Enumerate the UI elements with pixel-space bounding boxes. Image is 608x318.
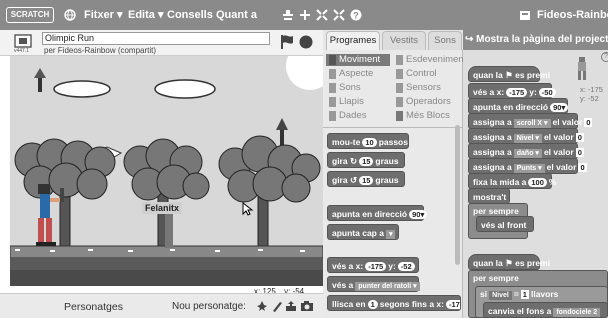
project-page-bar: ↪ Mostra la pàgina del project bbox=[463, 30, 608, 50]
file-menu[interactable]: Fitxer ▾ bbox=[84, 0, 123, 30]
my-stuff-icon[interactable] bbox=[519, 9, 531, 21]
sprite-y-info: y: -52 bbox=[580, 94, 599, 103]
menu-bar: SCRATCH Fitxer ▾ Edita ▾ Consells Quant … bbox=[0, 0, 608, 30]
green-flag-icon[interactable] bbox=[280, 34, 294, 50]
block-turn-left[interactable]: gira ↺ 15 graus bbox=[327, 171, 405, 187]
script-set-scroll-x[interactable]: assigna a scroll X ▾ el valor 0 bbox=[468, 113, 593, 129]
grow-icon[interactable] bbox=[316, 9, 328, 21]
stage-canvas[interactable]: Felanitx bbox=[10, 56, 323, 286]
tab-scripts[interactable]: Programes bbox=[326, 31, 380, 50]
globe-icon[interactable] bbox=[64, 9, 76, 21]
block-turn-right[interactable]: gira ↻ 15 graus bbox=[327, 152, 405, 168]
category-sensing[interactable]: Sensors bbox=[393, 82, 441, 94]
upload-sprite-icon[interactable] bbox=[285, 300, 297, 312]
block-point-direction[interactable]: apunta en direcció 90▾ bbox=[327, 205, 428, 221]
script-switch-backdrop[interactable]: canvia el fons a fondociele 2 bbox=[483, 302, 608, 318]
script-point-direction[interactable]: apunta en direcció 90▾ bbox=[468, 98, 569, 114]
block-goto[interactable]: vés a punter del ratolí ▾ bbox=[327, 276, 420, 292]
new-sprite-label: Nou personatge: bbox=[172, 301, 246, 312]
shrink-icon[interactable] bbox=[333, 9, 345, 21]
version-label: v447.1 bbox=[14, 48, 30, 54]
block-point-towards[interactable]: apunta cap a ▾ bbox=[327, 224, 399, 240]
help-icon[interactable]: ? bbox=[350, 9, 362, 21]
svg-text:?: ? bbox=[353, 11, 359, 21]
editor-tabs: Programes Vestits Sons bbox=[323, 30, 463, 50]
user-name[interactable]: Fideos-Rainbow bbox=[537, 0, 608, 30]
sprites-panel: Personatges Nou personatge: bbox=[0, 293, 323, 318]
category-motion[interactable]: Moviment bbox=[326, 54, 390, 66]
script-goto-xy[interactable]: vés a x: -175 y: -50 bbox=[468, 83, 556, 99]
script-show[interactable]: mostra't bbox=[468, 188, 510, 204]
sprite-thumbnail-icon bbox=[578, 57, 586, 80]
hat-block-flag-2[interactable]: quan la ⚑ es premi bbox=[468, 254, 550, 270]
category-operators[interactable]: Operadors bbox=[393, 96, 451, 108]
delete-scissors-icon[interactable] bbox=[299, 9, 311, 21]
fullscreen-icon[interactable] bbox=[14, 34, 32, 48]
block-glide[interactable]: llisca en1segons fins a x:-175 bbox=[327, 295, 461, 311]
script-set-dano[interactable]: assigna a daño ▾ el valor 0 bbox=[468, 143, 584, 159]
about-menu[interactable]: Quant a bbox=[216, 0, 257, 30]
block-goto-xy[interactable]: vés a x: -175 y: -52 bbox=[327, 257, 419, 273]
scripts-area[interactable]: x: -175 y: -52 ? quan la ⚑ es premi vés … bbox=[463, 50, 608, 318]
category-control[interactable]: Control bbox=[393, 68, 437, 80]
edit-menu[interactable]: Edita ▾ bbox=[128, 0, 163, 30]
block-palette: Moviment Esdeveniments Aspecte Control S… bbox=[323, 50, 471, 318]
info-icon[interactable]: ? bbox=[601, 52, 608, 62]
category-data[interactable]: Dades bbox=[326, 110, 366, 122]
project-title-input[interactable]: Olimpic Run bbox=[42, 32, 270, 45]
project-author: per Fideos-Rainbow (compartit) bbox=[44, 46, 157, 55]
mouse-pointer-icon bbox=[242, 202, 254, 216]
stop-icon[interactable] bbox=[299, 35, 313, 49]
category-events[interactable]: Esdeveniments bbox=[393, 54, 471, 66]
block-move-steps[interactable]: mou-te 10 passos bbox=[327, 133, 409, 149]
script-set-size[interactable]: fixa la mida a 100% bbox=[468, 173, 556, 189]
choose-sprite-icon[interactable] bbox=[256, 300, 268, 312]
category-looks[interactable]: Aspecte bbox=[326, 68, 373, 80]
see-project-page-link[interactable]: Mostra la pàgina del project bbox=[476, 34, 608, 45]
duplicate-stamp-icon[interactable] bbox=[282, 9, 294, 21]
sprite-name-tag: Felanitx bbox=[142, 202, 183, 214]
paint-brush-icon[interactable] bbox=[271, 300, 283, 312]
script-go-to-front[interactable]: vés al front bbox=[476, 216, 534, 232]
script-set-punts[interactable]: assigna a Punts ▾ el valor 0 bbox=[468, 158, 587, 174]
tab-sounds[interactable]: Sons bbox=[428, 31, 462, 50]
category-more-blocks[interactable]: Més Blocs bbox=[393, 110, 450, 122]
tab-costumes[interactable]: Vestits bbox=[382, 31, 426, 50]
palette-scrollbar[interactable] bbox=[455, 125, 460, 265]
hat-block-flag[interactable]: quan la ⚑ es premi bbox=[468, 66, 550, 82]
camera-icon[interactable] bbox=[300, 300, 314, 312]
category-sound[interactable]: Sons bbox=[326, 82, 361, 94]
scratch-logo[interactable]: SCRATCH bbox=[6, 7, 54, 23]
stage-scene bbox=[10, 56, 323, 286]
script-set-nivel[interactable]: assigna a Nivel ▾ el valor 0 bbox=[468, 128, 584, 144]
category-pen[interactable]: Llapis bbox=[326, 96, 364, 108]
sprite-x-info: x: -175 bbox=[580, 85, 603, 94]
tips-menu[interactable]: Consells bbox=[167, 0, 213, 30]
sprites-title: Personatges bbox=[64, 301, 123, 313]
